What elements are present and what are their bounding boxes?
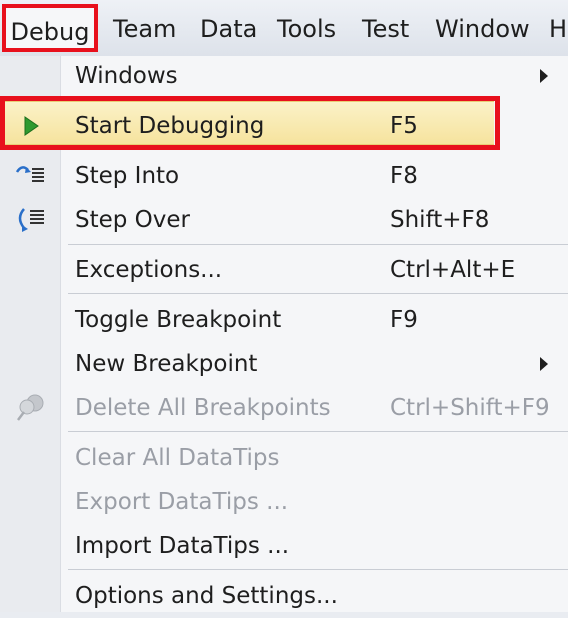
menu-test[interactable]: Test xyxy=(362,10,409,48)
menu-tools[interactable]: Tools xyxy=(277,10,336,48)
submenu-arrow-icon xyxy=(540,357,548,371)
menu-item-label: Import DataTips ... xyxy=(75,533,290,559)
menu-item-step-into[interactable]: Step Into F8 xyxy=(0,154,568,198)
menu-item-new-breakpoint[interactable]: New Breakpoint xyxy=(0,342,568,386)
menu-item-label: Delete All Breakpoints xyxy=(75,395,331,421)
menu-separator xyxy=(68,569,568,570)
breakpoints-icon xyxy=(14,392,46,424)
step-over-icon xyxy=(14,204,46,236)
menu-item-step-over[interactable]: Step Over Shift+F8 xyxy=(0,198,568,242)
menu-item-label: Options and Settings... xyxy=(75,583,338,609)
menu-window[interactable]: Window xyxy=(435,10,530,48)
menu-separator xyxy=(68,431,568,432)
menu-item-label: Step Over xyxy=(75,207,190,233)
menu-item-clear-all-datatips: Clear All DataTips xyxy=(0,436,568,480)
menu-debug[interactable]: Debug xyxy=(2,4,98,52)
submenu-arrow-icon xyxy=(540,69,548,83)
menu-item-delete-all-breakpoints: Delete All Breakpoints Ctrl+Shift+F9 xyxy=(0,386,568,430)
debug-dropdown-menu: Windows Start Debugging F5 Step Into F8 xyxy=(0,56,568,612)
menu-item-label: Export DataTips ... xyxy=(75,489,289,515)
menu-data[interactable]: Data xyxy=(200,10,257,48)
step-into-icon xyxy=(14,160,46,192)
menu-item-windows[interactable]: Windows xyxy=(0,54,568,98)
menu-item-toggle-breakpoint[interactable]: Toggle Breakpoint F9 xyxy=(0,298,568,342)
menu-item-label: Windows xyxy=(75,63,178,89)
menu-bar: Debug Team Data Tools Test Window H xyxy=(0,0,568,57)
menu-separator xyxy=(68,293,568,294)
highlight-box xyxy=(0,96,500,150)
shortcut-label: Ctrl+Alt+E xyxy=(390,257,516,283)
menu-item-label: New Breakpoint xyxy=(75,351,258,377)
menu-item-import-datatips[interactable]: Import DataTips ... xyxy=(0,524,568,568)
shortcut-label: Ctrl+Shift+F9 xyxy=(390,395,550,421)
shortcut-label: F8 xyxy=(390,163,418,189)
menu-item-label: Step Into xyxy=(75,163,180,189)
menu-item-export-datatips: Export DataTips ... xyxy=(0,480,568,524)
menu-team[interactable]: Team xyxy=(113,10,176,48)
shortcut-label: F9 xyxy=(390,307,418,333)
menu-item-label: Toggle Breakpoint xyxy=(75,307,282,333)
menu-item-label: Exceptions... xyxy=(75,257,223,283)
shortcut-label: Shift+F8 xyxy=(390,207,490,233)
menu-separator xyxy=(68,244,568,245)
menu-item-label: Clear All DataTips xyxy=(75,445,280,471)
menu-item-exceptions[interactable]: Exceptions... Ctrl+Alt+E xyxy=(0,248,568,292)
menu-item-options-and-settings[interactable]: Options and Settings... xyxy=(0,574,568,618)
menu-help[interactable]: H xyxy=(549,10,567,48)
